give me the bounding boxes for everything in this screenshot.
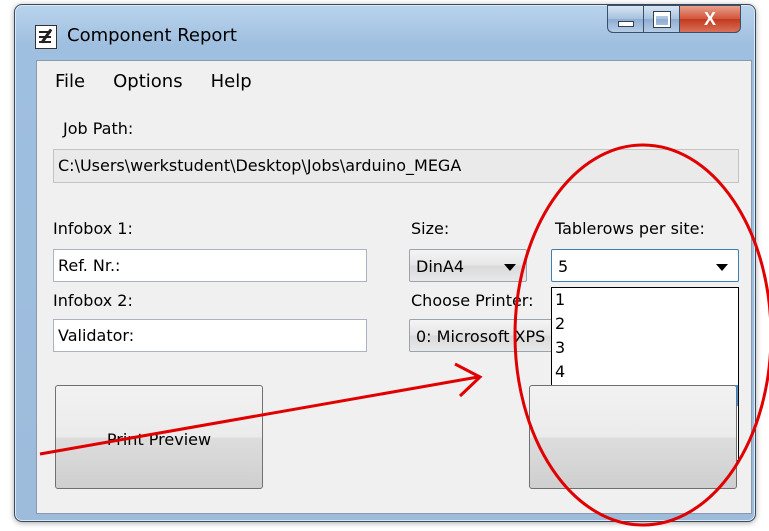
job-path-field[interactable]: C:\Users\werkstudent\Desktop\Jobs\arduin… xyxy=(53,149,739,183)
infobox2-label: Infobox 2: xyxy=(53,291,133,310)
tablerows-select[interactable]: 5 xyxy=(551,249,739,282)
size-value: DinA4 xyxy=(416,257,465,276)
close-button[interactable]: X xyxy=(679,5,741,33)
maximize-icon xyxy=(652,10,671,28)
dropdown-option[interactable]: 1 xyxy=(552,289,738,310)
infobox1-input[interactable]: Ref. Nr.: xyxy=(53,249,367,282)
menu-bar: File Options Help xyxy=(37,61,751,97)
minimize-button[interactable] xyxy=(607,5,643,33)
tablerows-label: Tablerows per site: xyxy=(555,219,705,238)
tablerows-value: 5 xyxy=(558,257,569,276)
window-title: Component Report xyxy=(67,25,237,46)
printer-label: Choose Printer: xyxy=(411,291,534,310)
printer-select[interactable]: 0: Microsoft XPS xyxy=(409,319,559,352)
client-area: File Options Help Job Path: C:\Users\wer… xyxy=(36,60,752,514)
dropdown-option[interactable]: 3 xyxy=(552,337,738,358)
close-icon: X xyxy=(703,8,716,29)
print-button[interactable] xyxy=(529,385,737,489)
printer-value: 0: Microsoft XPS xyxy=(416,327,546,346)
menu-options[interactable]: Options xyxy=(95,61,192,97)
size-label: Size: xyxy=(411,219,450,238)
size-select[interactable]: DinA4 xyxy=(409,249,527,282)
maximize-button[interactable] xyxy=(643,5,679,33)
print-preview-button[interactable]: Print Preview xyxy=(55,385,263,489)
chevron-down-icon xyxy=(716,264,728,271)
app-icon xyxy=(35,25,57,49)
dropdown-option[interactable]: 2 xyxy=(552,313,738,334)
infobox2-input[interactable]: Validator: xyxy=(53,319,367,352)
caption-buttons: X xyxy=(607,5,741,35)
menu-help[interactable]: Help xyxy=(193,61,262,97)
menu-file[interactable]: File xyxy=(37,61,95,97)
infobox1-label: Infobox 1: xyxy=(53,219,133,238)
dropdown-option[interactable]: 4 xyxy=(552,361,738,382)
job-path-label: Job Path: xyxy=(63,119,134,138)
chevron-down-icon xyxy=(504,264,516,271)
minimize-icon xyxy=(617,21,634,27)
